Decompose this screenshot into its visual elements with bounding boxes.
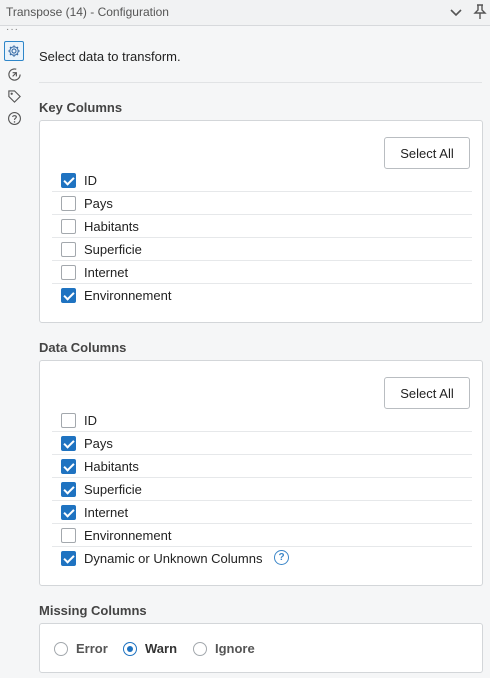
key-column-row[interactable]: Habitants (52, 215, 472, 238)
checkbox[interactable] (61, 505, 76, 520)
key-column-label: ID (84, 173, 97, 188)
data-column-row[interactable]: ID (52, 409, 472, 432)
data-column-row[interactable]: Pays (52, 432, 472, 455)
chevron-down-icon[interactable] (447, 3, 465, 21)
key-column-row[interactable]: Internet (52, 261, 472, 284)
data-column-label: Environnement (84, 528, 172, 543)
key-column-label: Superficie (84, 242, 142, 257)
divider (39, 82, 482, 83)
key-column-label: Pays (84, 196, 113, 211)
missing-columns-box: Error Warn Ignore (39, 623, 483, 673)
gear-icon[interactable] (4, 41, 24, 61)
data-select-all-button[interactable]: Select All (384, 377, 470, 409)
data-columns-title: Data Columns (39, 340, 127, 355)
data-column-row[interactable]: Environnement (52, 524, 472, 547)
data-column-label: Dynamic or Unknown Columns (84, 551, 263, 566)
checkbox[interactable] (61, 173, 76, 188)
data-column-row[interactable]: Internet (52, 501, 472, 524)
checkbox[interactable] (61, 551, 76, 566)
sidebar (0, 36, 28, 678)
checkbox[interactable] (61, 219, 76, 234)
checkbox[interactable] (61, 242, 76, 257)
title-bar: Transpose (14) - Configuration (0, 0, 490, 26)
data-columns-box: Select All ID Pays Habitants Superficie … (39, 360, 483, 586)
question-icon[interactable] (4, 108, 24, 128)
data-column-label: ID (84, 413, 97, 428)
key-column-row[interactable]: Pays (52, 192, 472, 215)
prompt-text: Select data to transform. (39, 49, 181, 64)
radio-warn[interactable]: Warn (123, 641, 177, 656)
key-column-row[interactable]: Superficie (52, 238, 472, 261)
refresh-icon[interactable] (4, 64, 24, 84)
data-column-label: Superficie (84, 482, 142, 497)
data-column-row[interactable]: Superficie (52, 478, 472, 501)
checkbox[interactable] (61, 288, 76, 303)
radio-error[interactable]: Error (54, 641, 108, 656)
checkbox[interactable] (61, 528, 76, 543)
key-column-row[interactable]: ID (52, 169, 472, 192)
key-column-row[interactable]: Environnement (52, 284, 472, 307)
data-column-label: Pays (84, 436, 113, 451)
radio-ignore[interactable]: Ignore (193, 641, 255, 656)
dynamic-columns-row[interactable]: Dynamic or Unknown Columns ? (52, 547, 472, 570)
checkbox[interactable] (61, 265, 76, 280)
key-column-label: Habitants (84, 219, 139, 234)
grip-dots: ··· (6, 24, 19, 35)
checkbox[interactable] (61, 413, 76, 428)
key-columns-title: Key Columns (39, 100, 123, 115)
data-column-row[interactable]: Habitants (52, 455, 472, 478)
tag-icon[interactable] (4, 86, 24, 106)
missing-columns-title: Missing Columns (39, 603, 147, 618)
checkbox[interactable] (61, 196, 76, 211)
radio-label: Warn (145, 641, 178, 656)
radio-label: Ignore (215, 641, 255, 656)
checkbox[interactable] (61, 459, 76, 474)
radio-label: Error (76, 641, 108, 656)
help-icon[interactable]: ? (274, 550, 289, 565)
radio-button[interactable] (193, 641, 207, 656)
window-title: Transpose (14) - Configuration (6, 5, 169, 19)
radio-button[interactable] (123, 641, 137, 656)
key-select-all-button[interactable]: Select All (384, 137, 470, 169)
key-columns-box: Select All ID Pays Habitants Superficie … (39, 120, 483, 323)
data-column-label: Habitants (84, 459, 139, 474)
pin-icon[interactable] (471, 3, 489, 21)
configuration-panel: Select data to transform. Key Columns Se… (28, 27, 490, 678)
radio-button[interactable] (54, 641, 68, 656)
data-column-label: Internet (84, 505, 129, 520)
checkbox[interactable] (61, 436, 76, 451)
key-column-label: Environnement (84, 288, 172, 303)
key-column-label: Internet (84, 265, 129, 280)
checkbox[interactable] (61, 482, 76, 497)
